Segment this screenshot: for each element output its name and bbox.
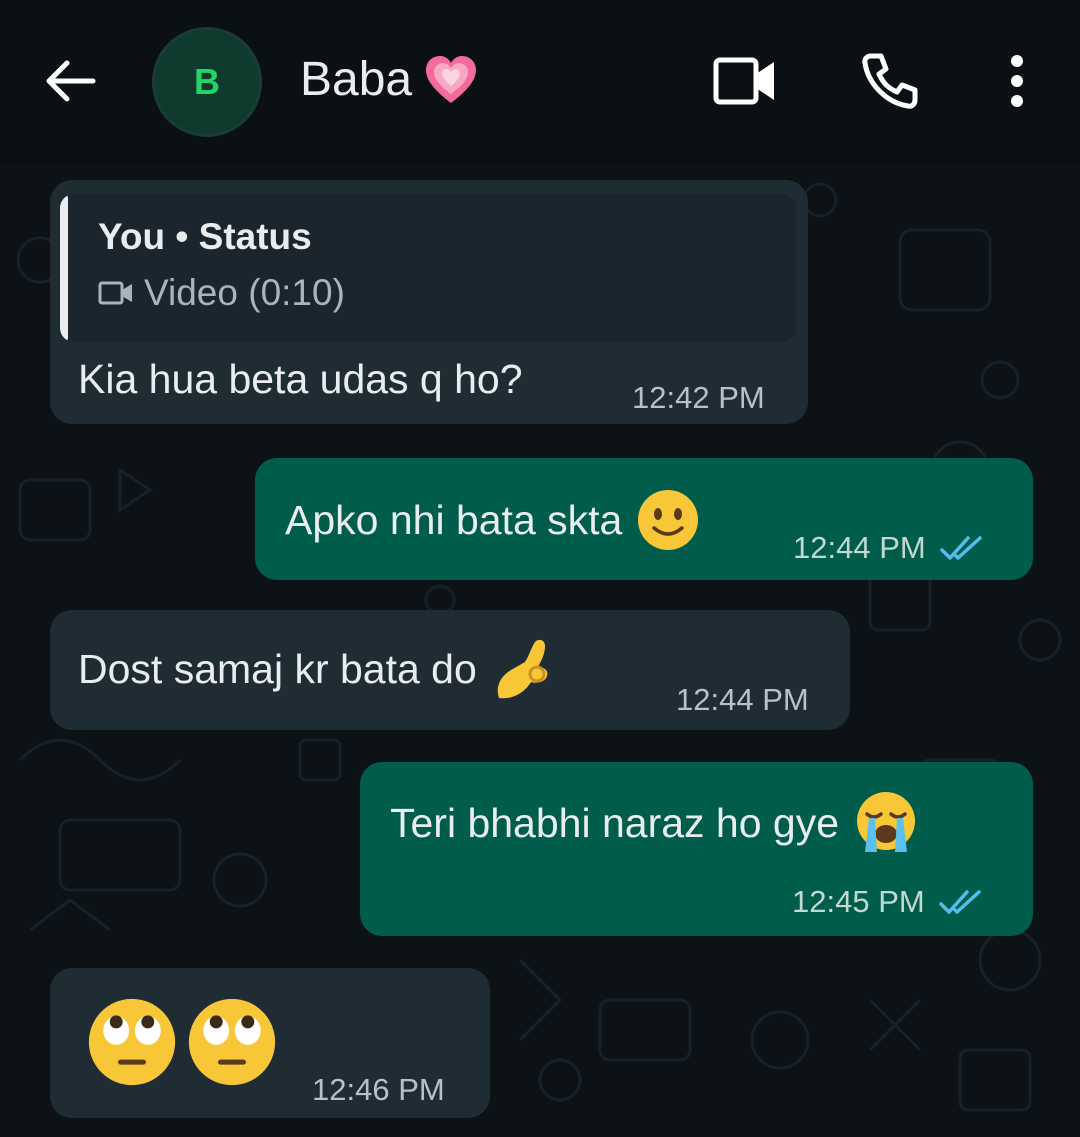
message-text-content: Teri bhabhi naraz ho gye bbox=[390, 799, 840, 846]
contact-name[interactable]: Baba bbox=[300, 52, 478, 107]
message-time-text: 12:46 PM bbox=[312, 1072, 445, 1107]
quote-subtitle-text: Video (0:10) bbox=[144, 272, 345, 313]
loudly-crying-face-icon bbox=[857, 792, 916, 852]
video-call-icon bbox=[713, 57, 774, 105]
more-vert-icon bbox=[1011, 55, 1023, 107]
voice-call-icon bbox=[862, 53, 918, 109]
message-time: 12:44 PM bbox=[676, 682, 809, 718]
message-text: Teri bhabhi naraz ho gye bbox=[390, 790, 919, 856]
chat-screen: B Baba You • Status Video (0:10) Kia hua… bbox=[0, 0, 1080, 1137]
message-bubble-incoming[interactable]: Dost samaj kr bata do 12:44 PM bbox=[50, 610, 850, 730]
face-with-rolling-eyes-icon bbox=[88, 998, 176, 1086]
message-bubble-incoming[interactable]: 12:46 PM bbox=[50, 968, 490, 1118]
face-with-rolling-eyes-icon bbox=[188, 998, 276, 1086]
message-time: 12:46 PM bbox=[312, 1072, 445, 1108]
chat-header: B Baba bbox=[0, 0, 1080, 165]
growing-heart-icon bbox=[426, 55, 477, 103]
video-call-button[interactable] bbox=[710, 48, 780, 114]
message-text-content: Kia hua beta udas q ho? bbox=[78, 356, 523, 402]
arrow-left-icon bbox=[46, 60, 96, 102]
avatar-letter: B bbox=[194, 61, 220, 102]
message-text-content: Apko nhi bata skta bbox=[285, 496, 623, 543]
message-text-content: Dost samaj kr bata do bbox=[78, 645, 477, 692]
quote-subtitle: Video (0:10) bbox=[98, 272, 345, 314]
message-bubble-incoming[interactable]: You • Status Video (0:10) Kia hua beta u… bbox=[50, 180, 808, 424]
quoted-status[interactable]: You • Status Video (0:10) bbox=[60, 194, 796, 342]
pinched-fingers-ok-icon bbox=[497, 639, 548, 699]
message-bubble-outgoing[interactable]: Apko nhi bata skta 12:44 PM bbox=[255, 458, 1033, 580]
video-icon bbox=[98, 281, 132, 305]
more-options-button[interactable] bbox=[990, 48, 1044, 114]
back-button[interactable] bbox=[38, 50, 100, 112]
slightly-smiling-face-icon bbox=[638, 490, 699, 550]
message-text bbox=[78, 996, 278, 1088]
message-text: Kia hua beta udas q ho? bbox=[78, 356, 523, 403]
voice-call-button[interactable] bbox=[855, 48, 925, 114]
message-time: 12:44 PM bbox=[793, 530, 986, 566]
message-time-text: 12:45 PM bbox=[792, 884, 925, 919]
avatar[interactable]: B bbox=[152, 27, 262, 137]
message-text: Dost samaj kr bata do bbox=[78, 636, 555, 702]
message-bubble-outgoing[interactable]: Teri bhabhi naraz ho gye 12:45 PM bbox=[360, 762, 1033, 936]
contact-name-text: Baba bbox=[300, 53, 413, 106]
double-check-read-icon bbox=[938, 890, 981, 914]
message-time: 12:45 PM bbox=[792, 884, 985, 920]
message-text: Apko nhi bata skta bbox=[285, 488, 700, 552]
message-time-text: 12:44 PM bbox=[676, 682, 809, 717]
quote-title: You • Status bbox=[98, 216, 312, 257]
message-time-text: 12:42 PM bbox=[632, 380, 765, 415]
quote-accent-bar bbox=[60, 194, 68, 342]
message-time-text: 12:44 PM bbox=[793, 530, 926, 565]
double-check-read-icon bbox=[939, 536, 982, 560]
message-time: 12:42 PM bbox=[632, 380, 765, 416]
